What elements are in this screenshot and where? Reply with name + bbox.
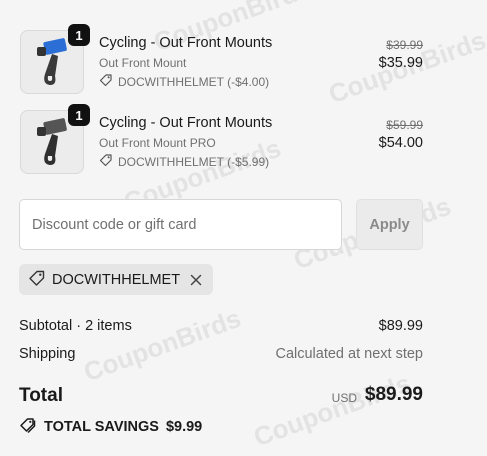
item-discount-label: DOCWITHHELMET (-$5.99) xyxy=(118,154,270,169)
shipping-value: Calculated at next step xyxy=(275,346,423,362)
item-price: $35.99 xyxy=(378,55,423,71)
total-label: Total xyxy=(19,385,63,406)
item-discount: DOCWITHHELMET (-$5.99) xyxy=(99,153,269,170)
item-original-price: $59.99 xyxy=(386,118,423,132)
cart-item: 1 Cycling - Out Front Mounts Out Front M… xyxy=(20,24,423,94)
item-variant: Out Front Mount PRO xyxy=(99,136,216,150)
item-title: Cycling - Out Front Mounts xyxy=(99,35,273,51)
item-variant: Out Front Mount xyxy=(99,56,187,70)
item-price: $54.00 xyxy=(378,135,423,151)
savings-value: $9.99 xyxy=(165,419,203,435)
tag-icon xyxy=(28,269,46,291)
cart-item: 1 Cycling - Out Front Mounts Out Front M… xyxy=(20,104,423,174)
currency-code: USD xyxy=(331,391,357,405)
item-discount-label: DOCWITHHELMET (-$4.00) xyxy=(118,74,270,89)
discount-code-input[interactable] xyxy=(19,199,342,250)
tag-icon xyxy=(99,73,113,90)
shipping-label: Shipping xyxy=(19,346,76,362)
close-icon[interactable] xyxy=(188,272,204,288)
applied-code-chip: DOCWITHHELMET xyxy=(19,264,214,295)
total-amount: $89.99 xyxy=(364,384,423,405)
savings-label: TOTAL SAVINGS xyxy=(44,419,159,435)
subtotal-label: Subtotal · 2 items xyxy=(19,318,132,334)
tag-icon xyxy=(99,153,113,170)
applied-code-label: DOCWITHHELMET xyxy=(52,271,181,288)
shipping-row: Shipping Calculated at next step xyxy=(19,346,423,362)
quantity-badge: 1 xyxy=(68,24,90,46)
total-row: Total USD $89.99 xyxy=(19,383,423,409)
total-savings: TOTAL SAVINGS $9.99 xyxy=(19,416,202,438)
item-title: Cycling - Out Front Mounts xyxy=(99,115,273,131)
watermark: CouponBirds xyxy=(249,367,415,453)
discount-form: Apply xyxy=(19,199,423,250)
subtotal-row: Subtotal · 2 items $89.99 xyxy=(19,318,423,334)
quantity-badge: 1 xyxy=(68,104,90,126)
item-discount: DOCWITHHELMET (-$4.00) xyxy=(99,73,269,90)
price-tags-icon xyxy=(19,416,37,438)
subtotal-value: $89.99 xyxy=(378,318,423,334)
apply-button[interactable]: Apply xyxy=(356,199,423,250)
item-original-price: $39.99 xyxy=(386,38,423,52)
